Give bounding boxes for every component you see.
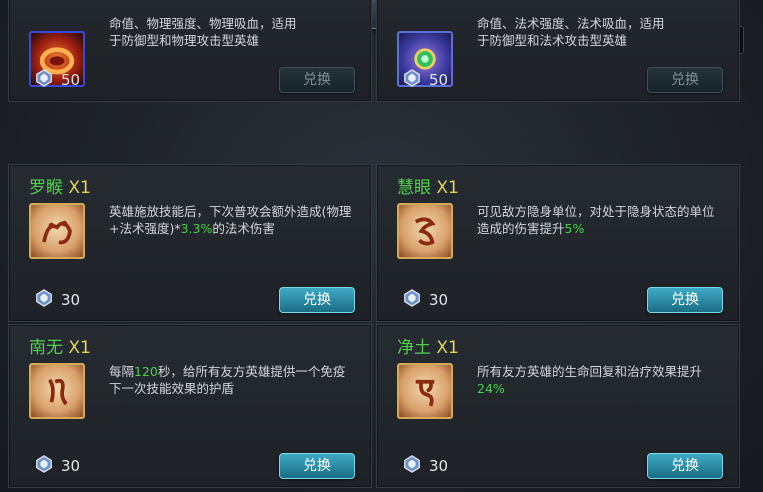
item-price: 30 [61, 291, 81, 309]
exchange-item-card: 命值、法术强度、法术吸血，适用 于防御型和法术攻击型英雄 50 兑换 [376, 0, 740, 102]
exchange-button[interactable]: 兑换 [279, 453, 355, 479]
item-description-line: 命值、物理强度、物理吸血，适用 [109, 16, 297, 31]
item-price: 50 [61, 71, 81, 89]
item-name: 慧眼 X1 [397, 178, 459, 198]
item-description-line: 命值、法术强度、法术吸血，适用 [477, 16, 665, 31]
rahu-rune-icon [29, 203, 85, 259]
item-price: 30 [429, 291, 449, 309]
item-description: 可见敌方隐身单位，对处于隐身状态的单位造成的伤害提升5% [477, 204, 715, 236]
exchange-item-card: 南无 X1 每隔120秒，给所有友方英雄提供一个免疫下一次技能效果的护盾 30 … [8, 324, 372, 488]
item-price: 30 [61, 457, 81, 475]
item-description: 每隔120秒，给所有友方英雄提供一个免疫下一次技能效果的护盾 [109, 364, 346, 396]
exchange-button[interactable]: 兑换 [647, 67, 723, 93]
exchange-button[interactable]: 兑换 [279, 287, 355, 313]
item-quantity: X1 [436, 338, 459, 358]
item-quantity: X1 [436, 178, 459, 198]
exchange-button[interactable]: 兑换 [279, 67, 355, 93]
item-name: 罗睺 X1 [29, 178, 91, 198]
item-description: 所有友方英雄的生命回复和治疗效果提升24% [477, 364, 703, 396]
pure-land-rune-icon [397, 363, 453, 419]
gem-icon [403, 289, 421, 307]
exchange-item-card: 慧眼 X1 可见敌方隐身单位，对处于隐身状态的单位造成的伤害提升5% 30 兑换 [376, 164, 740, 322]
item-quantity: X1 [68, 338, 91, 358]
exchange-item-card: 命值、物理强度、物理吸血，适用 于防御型和物理攻击型英雄 50 兑换 [8, 0, 372, 102]
exchange-button[interactable]: 兑换 [647, 287, 723, 313]
item-description-line: 于防御型和物理攻击型英雄 [109, 33, 260, 48]
gem-icon [403, 69, 421, 87]
wisdom-eye-rune-icon [397, 203, 453, 259]
item-price: 50 [429, 71, 449, 89]
exchange-button[interactable]: 兑换 [647, 453, 723, 479]
gem-icon [35, 289, 53, 307]
item-name: 净土 X1 [397, 338, 459, 358]
item-name: 南无 X1 [29, 338, 91, 358]
gem-icon [35, 455, 53, 473]
exchange-item-card: 罗睺 X1 英雄施放技能后，下次普攻会额外造成(物理+法术强度)*3.3%的法术… [8, 164, 372, 322]
item-description: 英雄施放技能后，下次普攻会额外造成(物理+法术强度)*3.3%的法术伤害 [109, 204, 352, 236]
gem-icon [35, 69, 53, 87]
exchange-item-card: 净土 X1 所有友方英雄的生命回复和治疗效果提升24% 30 兑换 [376, 324, 740, 488]
namo-rune-icon [29, 363, 85, 419]
item-description-line: 于防御型和法术攻击型英雄 [477, 33, 628, 48]
item-price: 30 [429, 457, 449, 475]
item-quantity: X1 [68, 178, 91, 198]
gem-icon [403, 455, 421, 473]
